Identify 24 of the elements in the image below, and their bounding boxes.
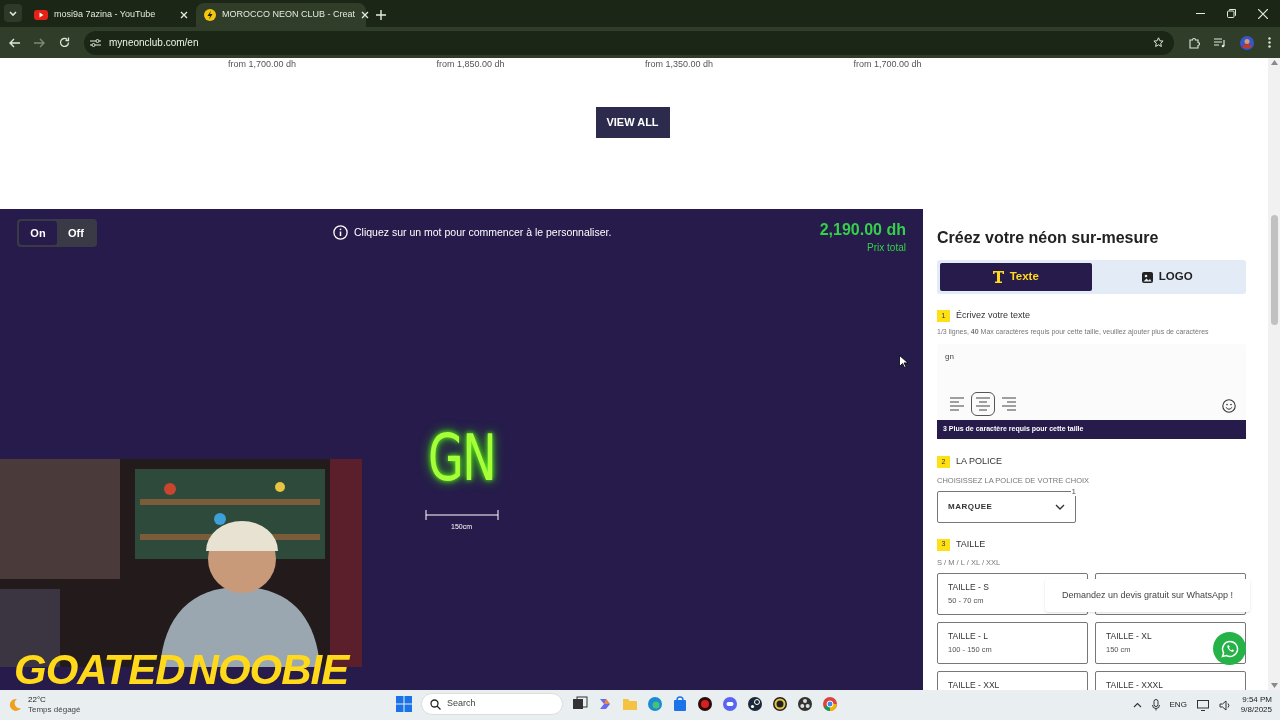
total-price-label: Prix total xyxy=(867,241,906,255)
product-price: from 1,350.00 dh xyxy=(645,59,715,69)
clock-date: 9/8/2025 xyxy=(1240,705,1272,715)
input-text: gn xyxy=(945,351,955,363)
banner-text: GOATED xyxy=(14,647,185,690)
search-placeholder: Search xyxy=(447,697,476,711)
panel-title: Créez votre néon sur-mesure xyxy=(937,228,1160,248)
hint-text: Cliquez sur un mot pour commencer à le personnaliser. xyxy=(354,225,612,240)
whatsapp-tooltip: Demandez un devis gratuit sur WhatsApp ! xyxy=(1045,579,1250,612)
tab-title: MOROCCO NEON CLUB - Creat xyxy=(222,8,355,22)
clock-time: 9:54 PM xyxy=(1242,695,1272,705)
step-title: TAILLE xyxy=(956,537,986,551)
step-title: Écrivez votre texte xyxy=(956,309,1031,322)
count-badge: 1 xyxy=(1070,486,1077,496)
neon-sign-text: GN xyxy=(427,420,496,496)
product-price: from 1,700.00 dh xyxy=(853,59,923,69)
tab-title: mosi9a 7azina - YouTube xyxy=(54,8,157,22)
url-text: myneonclub.com/en xyxy=(109,36,199,50)
product-price: from 1,700.00 dh xyxy=(228,59,298,69)
product-price: from 1,850.00 dh xyxy=(436,59,506,69)
total-price: 2,190.00 dh xyxy=(819,220,906,240)
temperature: 22°C xyxy=(28,695,47,705)
step-title: LA POLICE xyxy=(956,455,1003,468)
weather-text: Temps dégagé xyxy=(28,705,81,715)
